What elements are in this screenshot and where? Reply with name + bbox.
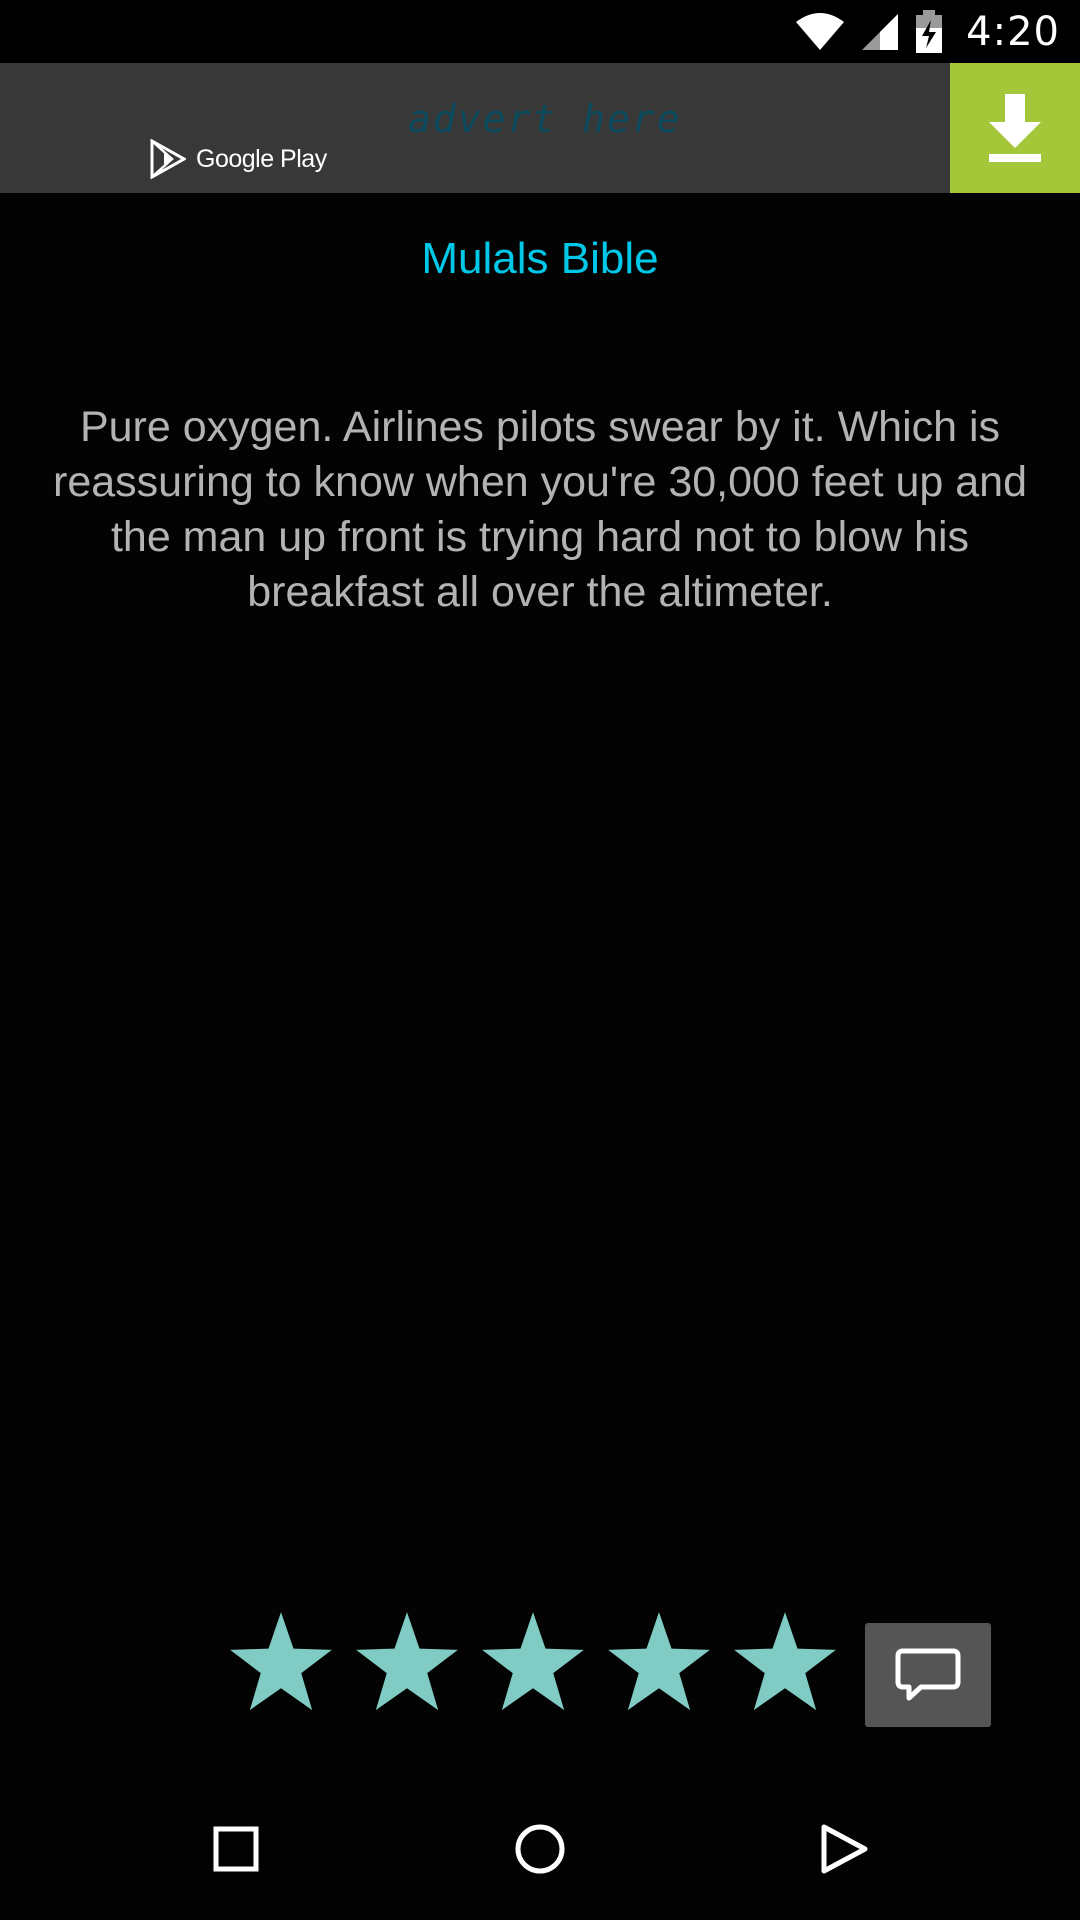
status-icons: 4:20 bbox=[794, 0, 1060, 63]
play-store-icon bbox=[150, 139, 186, 179]
home-icon bbox=[515, 1824, 565, 1874]
download-button[interactable] bbox=[950, 63, 1080, 193]
wifi-icon bbox=[796, 12, 845, 50]
status-time: 4:20 bbox=[966, 8, 1060, 55]
ad-banner[interactable]: Google Play advert here bbox=[0, 63, 1080, 193]
navigation-bar bbox=[0, 1776, 1080, 1920]
star-icon-5[interactable] bbox=[732, 1610, 838, 1716]
quote-text: Pure oxygen. Airlines pilots swear by it… bbox=[53, 403, 1027, 616]
download-icon bbox=[989, 94, 1041, 162]
cell-signal-icon bbox=[862, 13, 899, 50]
recents-icon bbox=[213, 1826, 259, 1872]
recents-button[interactable] bbox=[191, 1804, 281, 1894]
home-button[interactable] bbox=[495, 1804, 585, 1894]
back-button[interactable] bbox=[799, 1804, 889, 1894]
star-icon-4[interactable] bbox=[606, 1610, 712, 1716]
screen: 4:20 Google Play advert here Mulals Bibl… bbox=[0, 0, 1080, 1920]
app-title: Mulals Bible bbox=[421, 234, 659, 283]
star-icon-1[interactable] bbox=[228, 1610, 334, 1716]
comment-icon bbox=[895, 1648, 961, 1701]
back-icon bbox=[821, 1824, 868, 1874]
rating-stars[interactable] bbox=[228, 1610, 838, 1716]
google-play-label: Google Play bbox=[196, 144, 327, 173]
status-bar: 4:20 bbox=[0, 0, 1080, 63]
battery-charging-icon bbox=[916, 9, 943, 53]
comment-button[interactable] bbox=[865, 1623, 991, 1727]
star-icon-2[interactable] bbox=[354, 1610, 460, 1716]
star-icon-3[interactable] bbox=[480, 1610, 586, 1716]
google-play-logo[interactable]: Google Play bbox=[150, 139, 327, 179]
advert-text: advert here bbox=[408, 97, 682, 141]
